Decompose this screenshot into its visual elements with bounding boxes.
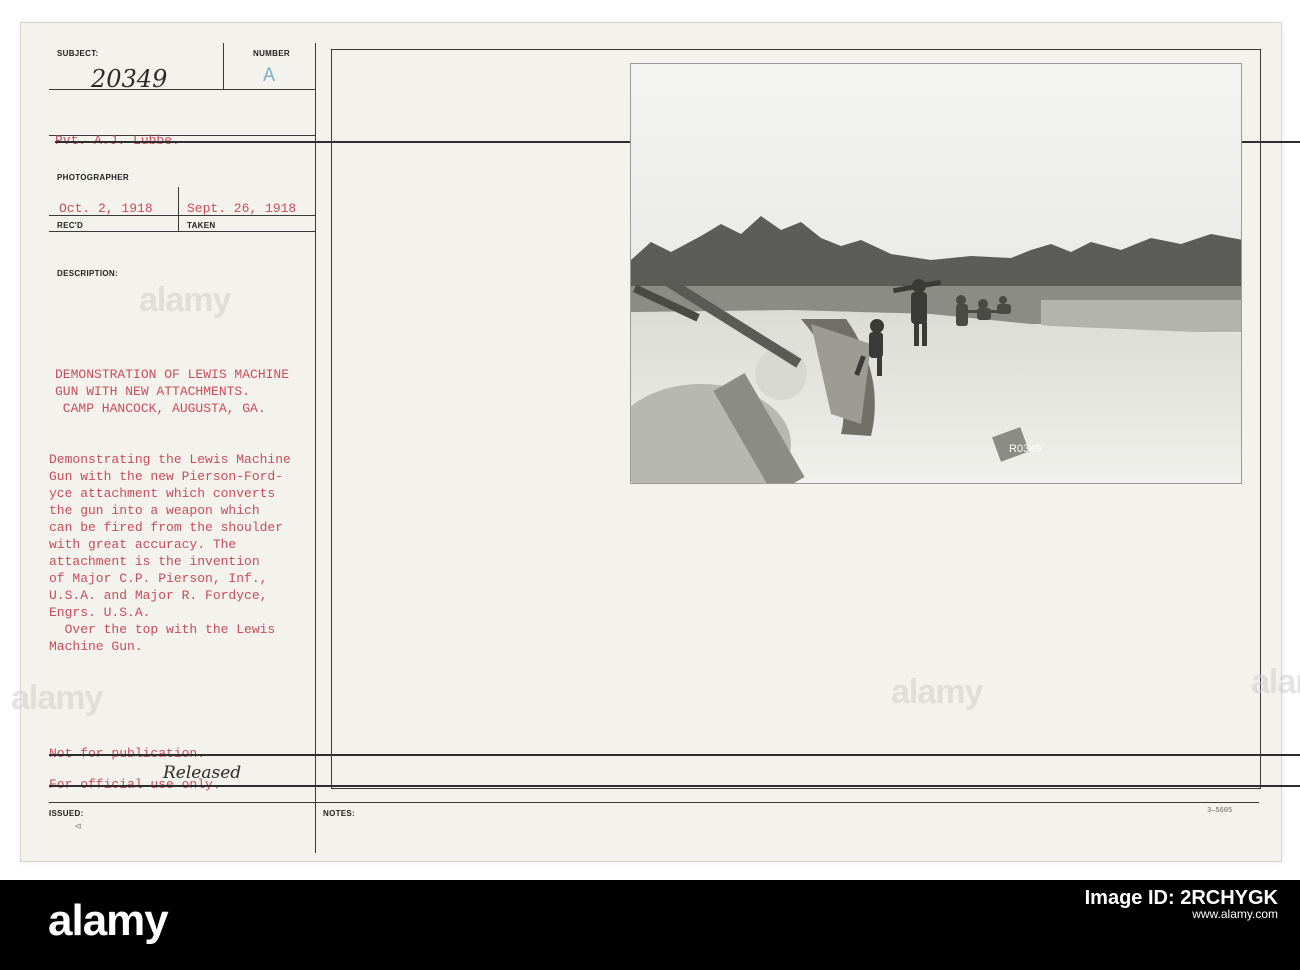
number-label: NUMBER bbox=[253, 49, 290, 58]
stock-footer: alamy Image ID: 2RCHYGK www.alamy.com bbox=[0, 880, 1300, 970]
column-divider bbox=[315, 43, 316, 853]
alamy-logo[interactable]: alamy bbox=[48, 896, 169, 946]
footer-rule bbox=[49, 802, 1259, 803]
description-line: Gun with the new Pierson-Ford- bbox=[49, 469, 284, 484]
photo-stamp: R0349 bbox=[1009, 443, 1041, 455]
watermark: alamy bbox=[1251, 663, 1300, 701]
description-line: Engrs. U.S.A. bbox=[49, 605, 151, 620]
description-line: with great accuracy. The bbox=[49, 537, 237, 552]
photo-illustration: R0349 bbox=[631, 64, 1241, 483]
description-line: the gun into a weapon which bbox=[49, 503, 260, 518]
taken-date: Sept. 26, 1918 bbox=[187, 201, 297, 216]
dates-divider bbox=[178, 187, 179, 231]
subject-number-divider bbox=[223, 43, 224, 89]
description-line: Machine Gun. bbox=[49, 639, 143, 654]
issued-mark: ◃ bbox=[75, 821, 81, 833]
description-line: of Major C.P. Pierson, Inf., bbox=[49, 571, 268, 586]
description-title-line: GUN WITH NEW ATTACHMENTS. bbox=[55, 384, 251, 399]
description-line: Demonstrating the Lewis Machine bbox=[49, 452, 291, 467]
dates-bottom-rule bbox=[49, 231, 315, 232]
released-stamp: Released bbox=[163, 763, 242, 783]
description-line: Over the top with the Lewis bbox=[49, 622, 276, 637]
received-date: Oct. 2, 1918 bbox=[59, 201, 153, 216]
image-id-block: Image ID: 2RCHYGK www.alamy.com bbox=[1084, 887, 1278, 922]
subject-label: SUBJECT: bbox=[57, 49, 99, 58]
archival-photograph: R0349 bbox=[630, 63, 1242, 484]
description-title-line: CAMP HANCOCK, AUGUSTA, GA. bbox=[55, 401, 266, 416]
description-line: yce attachment which converts bbox=[49, 486, 276, 501]
number-letter: A bbox=[263, 65, 276, 88]
received-label: REC'D bbox=[57, 221, 84, 230]
taken-label: TAKEN bbox=[187, 221, 216, 230]
description-line: can be fired from the shoulder bbox=[49, 520, 284, 535]
image-id: Image ID: 2RCHYGK bbox=[1084, 887, 1278, 909]
description-body: Demonstrating the Lewis Machine Gun with… bbox=[49, 451, 349, 655]
form-code: 3—5605 bbox=[1207, 807, 1233, 815]
watermark: alamy bbox=[11, 679, 103, 717]
notes-label: NOTES: bbox=[323, 809, 356, 818]
description-label: DESCRIPTION: bbox=[57, 269, 118, 278]
subject-number: 20349 bbox=[91, 65, 168, 93]
watermark: alamy bbox=[891, 673, 983, 711]
subject-rule bbox=[49, 89, 315, 90]
watermark: alamy bbox=[139, 281, 231, 319]
description-title-line: DEMONSTRATION OF LEWIS MACHINE bbox=[55, 367, 290, 382]
description-line: attachment is the invention bbox=[49, 554, 260, 569]
photographer-label: PHOTOGRAPHER bbox=[57, 173, 129, 182]
description-line: U.S.A. and Major R. Fordyce, bbox=[49, 588, 268, 603]
issued-label: ISSUED: bbox=[49, 809, 84, 818]
archive-photo-card: SUBJECT: NUMBER PHOTOGRAPHER REC'D TAKEN… bbox=[11, 22, 1300, 862]
